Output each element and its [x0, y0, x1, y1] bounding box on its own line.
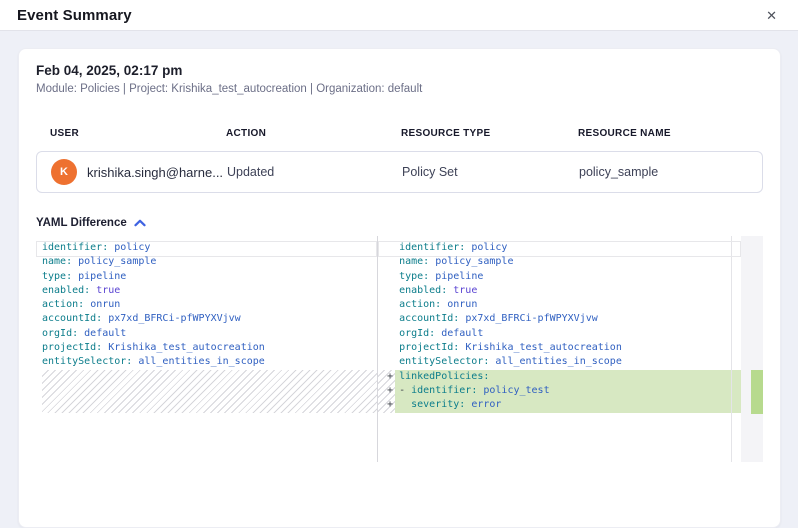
diff-line: action: onrun — [36, 298, 377, 312]
diff-plus-marker: + — [387, 398, 393, 412]
modal-header: Event Summary ✕ — [0, 0, 798, 31]
column-user: USER — [50, 128, 226, 139]
event-card: Feb 04, 2025, 02:17 pm Module: Policies … — [18, 48, 781, 528]
resource-name-cell: policy_sample — [579, 165, 762, 179]
overview-added-marker — [751, 370, 763, 414]
diff-line: entitySelector: all_entities_in_scope — [36, 355, 377, 369]
table-header-row: USER ACTION RESOURCE TYPE RESOURCE NAME — [36, 128, 763, 139]
diff-line: accountId: px7xd_BFRCi-pfWPYXVjvw — [36, 312, 377, 326]
table-row: K krishika.singh@harne... Updated Policy… — [36, 151, 763, 193]
diff-line: enabled: true — [378, 284, 741, 298]
diff-line: enabled: true — [36, 284, 377, 298]
diff-line: action: onrun — [378, 298, 741, 312]
diff-line: projectId: Krishika_test_autocreation — [378, 341, 741, 355]
resource-type-cell: Policy Set — [402, 165, 579, 179]
user-cell: K krishika.singh@harne... — [51, 159, 227, 185]
diff-plus-marker: + — [387, 370, 393, 384]
diff-line: name: policy_sample — [378, 255, 741, 269]
diff-overview-ruler[interactable] — [741, 236, 763, 462]
diff-added-gutter: + — [378, 398, 395, 412]
action-cell: Updated — [227, 165, 402, 179]
event-meta: Module: Policies | Project: Krishika_tes… — [36, 83, 763, 95]
yaml-difference-toggle[interactable]: YAML Difference — [36, 217, 146, 229]
yaml-difference-label: YAML Difference — [36, 217, 127, 229]
column-action: ACTION — [226, 128, 401, 139]
user-email: krishika.singh@harne... — [87, 165, 223, 180]
diff-placeholder-hatch — [42, 370, 377, 413]
diff-line: projectId: Krishika_test_autocreation — [36, 341, 377, 355]
diff-line: name: policy_sample — [36, 255, 377, 269]
diff-added-gutter: + — [378, 384, 395, 398]
column-resource-name: RESOURCE NAME — [578, 128, 763, 139]
yaml-diff-editor: identifier: policyname: policy_sampletyp… — [36, 236, 763, 462]
diff-pane-modified[interactable]: identifier: policyname: policy_sampletyp… — [378, 236, 741, 462]
diff-line: identifier: policy — [378, 241, 741, 255]
column-resource-type: RESOURCE TYPE — [401, 128, 578, 139]
diff-added-gutter: + — [378, 370, 395, 384]
diff-added-line: +linkedPolicies: — [378, 370, 741, 384]
diff-pane-original[interactable]: identifier: policyname: policy_sampletyp… — [36, 236, 377, 462]
event-timestamp: Feb 04, 2025, 02:17 pm — [36, 63, 763, 78]
diff-line: type: pipeline — [36, 270, 377, 284]
diff-line: identifier: policy — [36, 241, 377, 255]
close-icon[interactable]: ✕ — [762, 7, 781, 24]
chevron-up-icon — [134, 219, 146, 227]
avatar: K — [51, 159, 77, 185]
diff-line: orgId: default — [36, 327, 377, 341]
diff-added-content: linkedPolicies: — [395, 370, 741, 384]
diff-line: orgId: default — [378, 327, 741, 341]
diff-plus-marker: + — [387, 384, 393, 398]
diff-added-line: + severity: error — [378, 398, 741, 412]
diff-line: accountId: px7xd_BFRCi-pfWPYXVjvw — [378, 312, 741, 326]
diff-added-content: - identifier: policy_test — [395, 384, 741, 398]
diff-line: entitySelector: all_entities_in_scope — [378, 355, 741, 369]
diff-added-content: severity: error — [395, 398, 741, 412]
diff-added-line: +- identifier: policy_test — [378, 384, 741, 398]
page-title: Event Summary — [17, 7, 132, 24]
event-summary-modal: Event Summary ✕ Feb 04, 2025, 02:17 pm M… — [0, 0, 798, 446]
diff-line: type: pipeline — [378, 270, 741, 284]
